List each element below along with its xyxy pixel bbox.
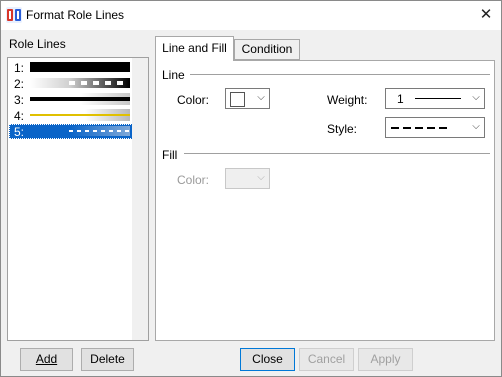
title-bar: Format Role Lines ✕ [1, 1, 501, 30]
role-lines-list[interactable]: 1: 2: 3: 4: 5: [7, 57, 149, 341]
line-color-label: Color: [177, 93, 210, 107]
role-line-item-1[interactable]: 1: [9, 60, 133, 75]
close-button[interactable]: Close [240, 348, 295, 371]
cancel-button[interactable]: Cancel [299, 348, 354, 371]
focus-rect [9, 124, 133, 139]
weight-select[interactable]: 1 ⌵ [385, 88, 485, 109]
role-line-item-2[interactable]: 2: [9, 76, 133, 91]
add-button[interactable]: Add [20, 348, 73, 371]
line-group-divider [190, 74, 490, 75]
fill-group-title: Fill [162, 148, 178, 162]
chevron-down-icon: ⌵ [257, 92, 265, 103]
line-swatch [30, 62, 130, 72]
weight-label: Weight: [327, 93, 368, 107]
line-stroke [30, 114, 130, 116]
close-icon[interactable]: ✕ [471, 1, 501, 30]
chevron-down-icon: ⌵ [257, 172, 265, 183]
weight-line-preview [415, 98, 461, 99]
role-line-label: 3: [14, 93, 25, 107]
window-title: Format Role Lines [26, 8, 125, 22]
chevron-down-icon: ⌵ [472, 121, 480, 132]
line-dashes [69, 81, 129, 85]
style-label: Style: [327, 122, 358, 136]
tab-line-and-fill[interactable]: Line and Fill [155, 36, 234, 61]
line-color-picker[interactable]: ⌵ [225, 88, 270, 109]
role-lines-heading: Role Lines [9, 37, 66, 51]
role-line-label: 1: [14, 61, 25, 75]
app-logo-icon [6, 7, 22, 23]
style-dash-preview [391, 127, 451, 129]
color-swatch [230, 92, 245, 107]
role-line-item-5[interactable]: 5: [9, 124, 133, 139]
role-line-item-4[interactable]: 4: [9, 108, 133, 123]
weight-value: 1 [397, 92, 404, 106]
style-select[interactable]: ⌵ [385, 117, 485, 138]
role-line-label: 2: [14, 77, 25, 91]
line-stroke [30, 97, 130, 101]
format-role-lines-dialog: Format Role Lines ✕ Role Lines 1: 2: 3: … [0, 0, 502, 377]
delete-button[interactable]: Delete [81, 348, 134, 371]
chevron-down-icon: ⌵ [472, 92, 480, 103]
line-group-title: Line [162, 68, 185, 82]
add-button-label: Add [35, 352, 58, 366]
fill-color-picker[interactable]: ⌵ [225, 168, 270, 189]
tab-condition[interactable]: Condition [234, 39, 300, 60]
tab-panel: Line Color: ⌵ Weight: 1 ⌵ Style: ⌵ Fill … [155, 60, 495, 341]
fill-group-divider [184, 153, 490, 154]
role-line-item-3[interactable]: 3: [9, 92, 133, 107]
role-line-label: 4: [14, 109, 25, 123]
fill-color-label: Color: [177, 173, 210, 187]
list-scrollbar[interactable] [132, 58, 148, 340]
apply-button[interactable]: Apply [358, 348, 413, 371]
